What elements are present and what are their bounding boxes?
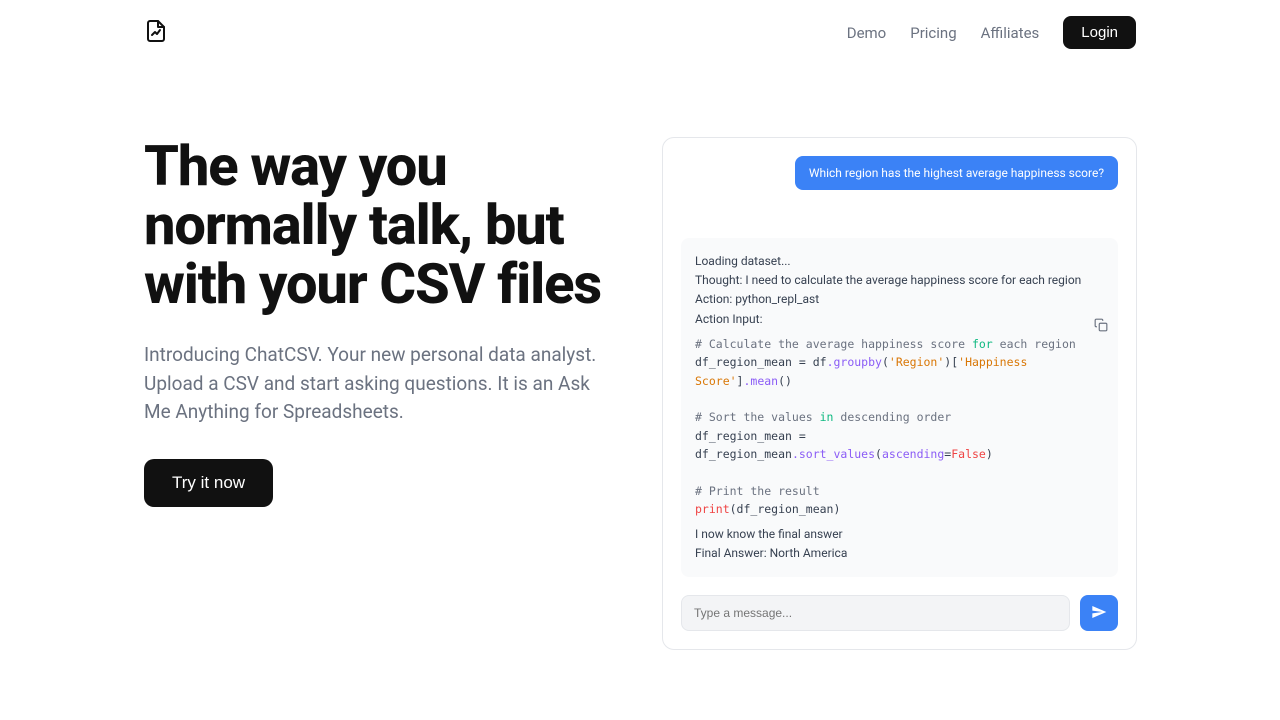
message-input[interactable] [681,595,1070,631]
hero-illustration: Which region has the highest average hap… [662,137,1137,650]
chat-preview-card: Which region has the highest average hap… [662,137,1137,650]
top-nav: Demo Pricing Affiliates Login [0,0,1280,49]
know-answer-text: I now know the final answer [695,525,1104,544]
login-button[interactable]: Login [1063,16,1136,49]
action-input-text: Action Input: [695,310,1104,329]
thought-text: Thought: I need to calculate the average… [695,271,1104,290]
loading-text: Loading dataset... [695,252,1104,271]
code-block: # Calculate the average happiness score … [695,335,1104,519]
nav-pricing[interactable]: Pricing [910,24,956,42]
try-it-now-button[interactable]: Try it now [144,459,273,507]
logo-icon[interactable] [144,19,168,47]
chat-input-row [681,595,1118,631]
final-answer-text: Final Answer: North America [695,544,1104,563]
nav-demo[interactable]: Demo [847,24,887,42]
hero-section: The way you normally talk, but with your… [0,49,1280,650]
action-text: Action: python_repl_ast [695,290,1104,309]
send-icon [1091,604,1107,623]
hero-headline: The way you normally talk, but with your… [144,137,614,313]
send-button[interactable] [1080,595,1118,631]
nav-links: Demo Pricing Affiliates Login [847,16,1136,49]
user-message-bubble: Which region has the highest average hap… [795,156,1118,190]
nav-affiliates[interactable]: Affiliates [981,24,1040,42]
hero-subhead: Introducing ChatCSV. Your new personal d… [144,341,614,427]
assistant-response: Loading dataset... Thought: I need to ca… [681,238,1118,577]
hero-copy: The way you normally talk, but with your… [144,137,614,650]
